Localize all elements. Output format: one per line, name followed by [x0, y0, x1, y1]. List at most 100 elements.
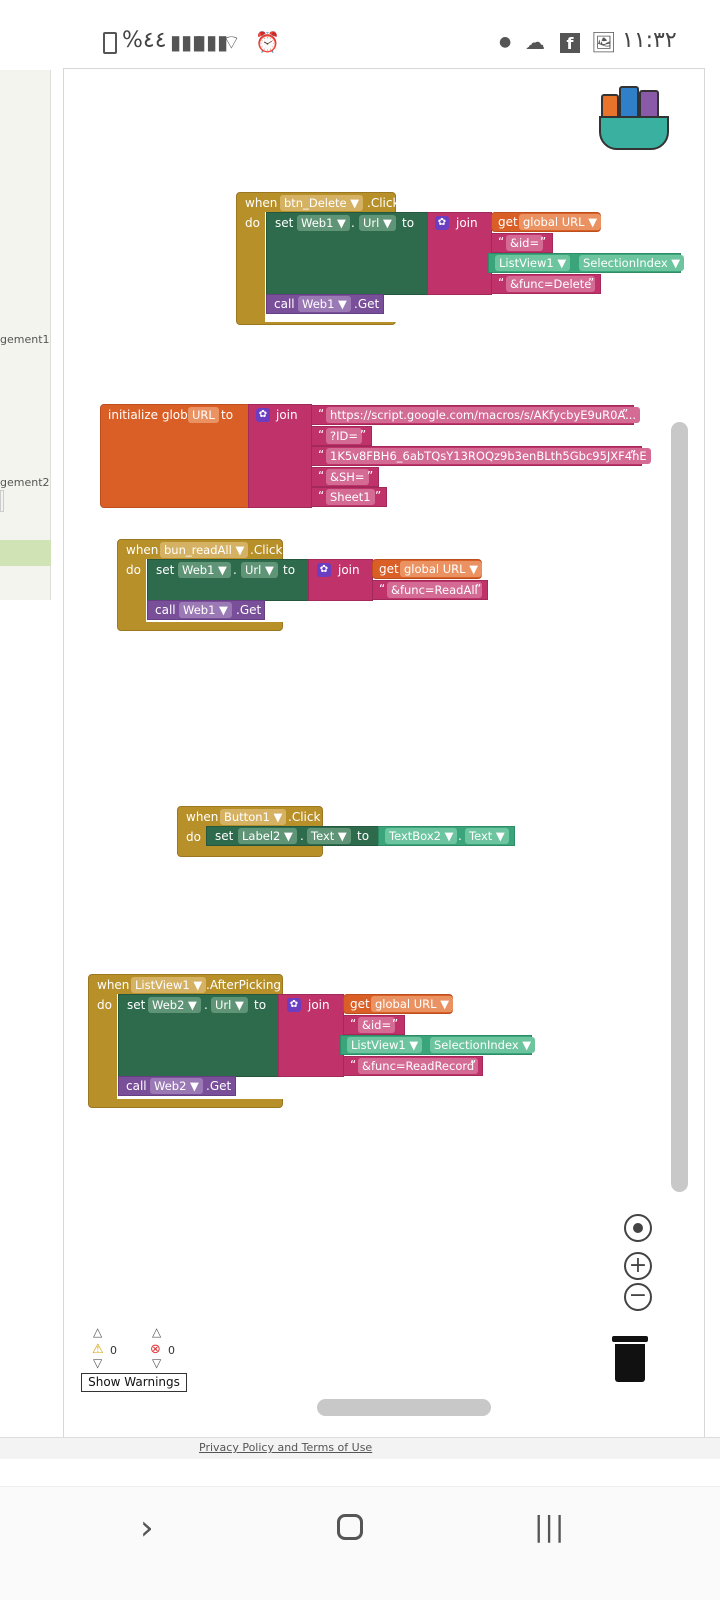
- text-block[interactable]: “&func=Delete”: [491, 274, 601, 294]
- call-get-block[interactable]: call Web1 ▼ .Get: [266, 294, 384, 314]
- set-url-block[interactable]: set Web1 ▼ . Url ▼ to: [147, 559, 311, 601]
- sidebar-item[interactable]: gement2: [0, 476, 60, 489]
- property-dropdown[interactable]: Url ▼: [359, 215, 396, 231]
- dot-icon: ●: [499, 34, 512, 50]
- method-name: .Get: [236, 603, 262, 617]
- component-dropdown[interactable]: Web2 ▼: [148, 997, 201, 1013]
- text-value[interactable]: &id=: [358, 1017, 396, 1033]
- text-value[interactable]: &func=Delete: [506, 276, 596, 292]
- text-block[interactable]: “1K5v8FBH6_6abTQsY13ROQz9b3enBLth5Gbc95J…: [311, 446, 651, 466]
- component-dropdown[interactable]: Web1 ▼: [179, 602, 232, 618]
- text-value[interactable]: https://script.google.com/macros/s/AKfyc…: [326, 407, 641, 423]
- set-url-block[interactable]: set Web1 ▼ . Url ▼ to: [266, 212, 429, 295]
- horizontal-scrollbar[interactable]: [317, 1399, 491, 1416]
- component-dropdown[interactable]: ListView1 ▼: [131, 977, 207, 993]
- initialize-label: initialize global: [108, 408, 199, 422]
- text-value[interactable]: 1K5v8FBH6_6abTQsY13ROQz9b3enBLth5Gbc95JX…: [326, 448, 651, 464]
- gear-icon[interactable]: ✿: [317, 563, 331, 577]
- zoom-out-icon[interactable]: −: [624, 1283, 652, 1311]
- component-dropdown[interactable]: Web2 ▼: [150, 1078, 203, 1094]
- error-next-icon[interactable]: ▽: [152, 1356, 161, 1370]
- backpack-icon[interactable]: [597, 80, 673, 152]
- component-dropdown[interactable]: Web1 ▼: [178, 562, 231, 578]
- vertical-scrollbar[interactable]: [671, 422, 688, 1192]
- gear-icon[interactable]: ✿: [435, 216, 449, 230]
- property-dropdown[interactable]: Text ▼: [465, 828, 509, 844]
- set-label: set: [275, 216, 294, 230]
- join-block[interactable]: ✿ join: [308, 559, 373, 601]
- sidebar-item[interactable]: gement1: [0, 333, 60, 346]
- component-dropdown[interactable]: Web1 ▼: [297, 215, 350, 231]
- system-navigation-bar: [0, 1486, 720, 1600]
- text-block[interactable]: “?ID=”: [311, 426, 372, 446]
- join-block[interactable]: ✿ join: [248, 404, 312, 508]
- component-dropdown[interactable]: Label2 ▼: [238, 828, 297, 844]
- zoom-in-icon[interactable]: +: [624, 1252, 652, 1280]
- text-value[interactable]: ?ID=: [326, 428, 362, 444]
- text-block[interactable]: “&SH=”: [311, 467, 379, 487]
- component-dropdown[interactable]: btn_Delete ▼: [280, 195, 364, 211]
- variable-name[interactable]: URL: [188, 407, 219, 423]
- facebook-icon: f: [560, 33, 580, 53]
- alarm-icon: ⏰: [255, 30, 280, 54]
- variable-dropdown[interactable]: global URL ▼: [519, 214, 602, 230]
- warning-icon: ⚠: [92, 1342, 104, 1357]
- property-dropdown[interactable]: Text ▼: [307, 828, 351, 844]
- component-dropdown[interactable]: ListView1 ▼: [347, 1037, 423, 1053]
- text-value[interactable]: Sheet1: [326, 489, 375, 505]
- privacy-policy-link[interactable]: Privacy Policy and Terms of Use: [199, 1441, 372, 1454]
- text-block[interactable]: “Sheet1”: [311, 487, 387, 507]
- property-dropdown[interactable]: SelectionIndex ▼: [430, 1037, 536, 1053]
- component-property-block[interactable]: TextBox2 ▼ . Text ▼: [378, 826, 515, 846]
- property-dropdown[interactable]: Url ▼: [241, 562, 278, 578]
- text-block[interactable]: “https://script.google.com/macros/s/AKfy…: [311, 405, 641, 425]
- join-label: join: [338, 563, 360, 577]
- home-icon[interactable]: [337, 1514, 363, 1540]
- component-dropdown[interactable]: Button1 ▼: [220, 809, 287, 825]
- text-value[interactable]: &SH=: [326, 469, 369, 485]
- component-dropdown[interactable]: Web1 ▼: [298, 296, 351, 312]
- initialize-global-block[interactable]: initialize global URL to: [100, 404, 251, 508]
- get-variable-block[interactable]: get global URL ▼: [372, 559, 483, 579]
- get-variable-block[interactable]: get global URL ▼: [491, 212, 602, 232]
- text-block[interactable]: “&func=ReadRecord”: [343, 1056, 483, 1076]
- recenter-icon[interactable]: [624, 1214, 652, 1242]
- call-get-block[interactable]: call Web2 ▼ .Get: [118, 1076, 236, 1096]
- get-label: get: [379, 562, 399, 576]
- component-dropdown[interactable]: TextBox2 ▼: [385, 828, 458, 844]
- text-value[interactable]: &func=ReadAll: [387, 582, 482, 598]
- gear-icon[interactable]: ✿: [256, 408, 270, 422]
- text-value[interactable]: &id=: [506, 235, 544, 251]
- component-dropdown[interactable]: ListView1 ▼: [495, 255, 571, 271]
- error-prev-icon[interactable]: △: [152, 1325, 161, 1339]
- sidebar-selected-item[interactable]: [0, 540, 51, 566]
- do-label: do: [245, 216, 260, 230]
- warning-prev-icon[interactable]: △: [93, 1325, 102, 1339]
- variable-dropdown[interactable]: global URL ▼: [371, 996, 454, 1012]
- set-text-block[interactable]: set Label2 ▼ . Text ▼ to: [206, 826, 381, 846]
- call-get-block[interactable]: call Web1 ▼ .Get: [147, 600, 265, 620]
- trash-icon[interactable]: [612, 1336, 648, 1382]
- wifi-icon: ⌔: [222, 30, 241, 54]
- dot: .: [204, 998, 208, 1012]
- recent-apps-icon[interactable]: |||: [534, 1510, 565, 1543]
- text-block[interactable]: “&id=”: [343, 1015, 405, 1035]
- join-block[interactable]: ✿ join: [278, 994, 344, 1077]
- variable-dropdown[interactable]: global URL ▼: [400, 561, 483, 577]
- component-property-block[interactable]: ListView1 ▼ SelectionIndex ▼: [340, 1035, 536, 1055]
- property-dropdown[interactable]: Url ▼: [211, 997, 248, 1013]
- text-block[interactable]: “&func=ReadAll”: [372, 580, 488, 600]
- join-block[interactable]: ✿ join: [427, 212, 492, 295]
- component-property-block[interactable]: ListView1 ▼ SelectionIndex ▼: [488, 253, 685, 273]
- set-url-block[interactable]: set Web2 ▼ . Url ▼ to: [118, 994, 281, 1077]
- gear-icon[interactable]: ✿: [287, 998, 301, 1012]
- component-dropdown[interactable]: bun_readAll ▼: [160, 542, 249, 558]
- text-value[interactable]: &func=ReadRecord: [358, 1058, 479, 1074]
- warning-next-icon[interactable]: ▽: [93, 1356, 102, 1370]
- back-icon[interactable]: ›: [140, 1508, 154, 1548]
- property-dropdown[interactable]: SelectionIndex ▼: [579, 255, 685, 271]
- get-variable-block[interactable]: get global URL ▼: [343, 994, 454, 1014]
- text-block[interactable]: “&id=”: [491, 233, 553, 253]
- show-warnings-button[interactable]: Show Warnings: [81, 1373, 187, 1392]
- image-icon: 🖼: [591, 30, 617, 54]
